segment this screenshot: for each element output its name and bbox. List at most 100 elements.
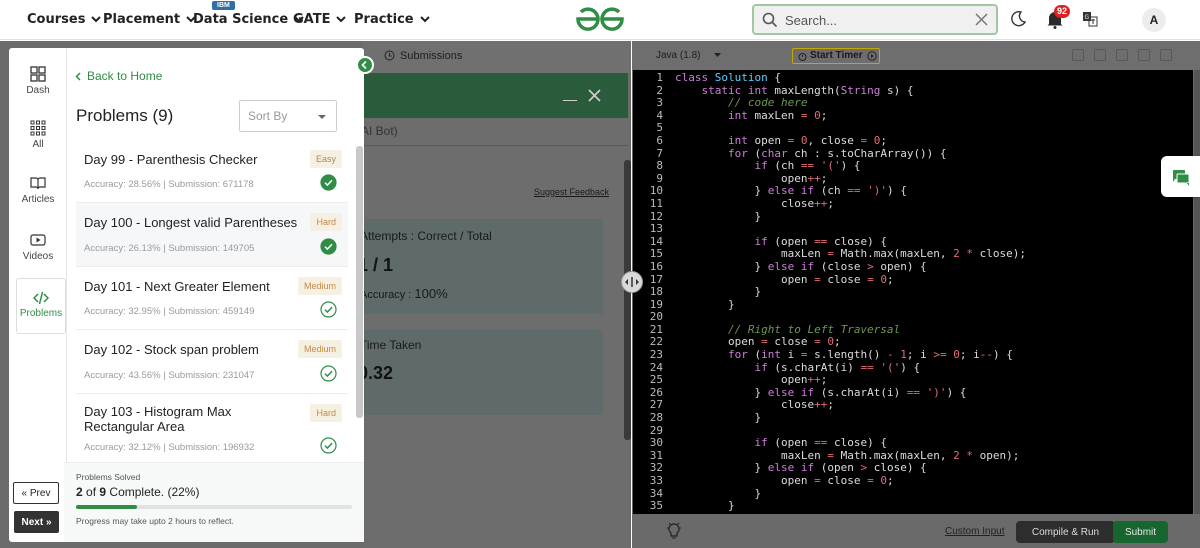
rail-articles[interactable]: Articles <box>9 175 67 205</box>
gfg-logo-icon[interactable] <box>574 6 626 32</box>
code-editor-pane: Java (1.8) Start Timer 1 2 3 4 5 6 7 8 9… <box>632 41 1200 548</box>
chat-button[interactable] <box>1161 156 1200 197</box>
book-icon <box>30 177 46 190</box>
caret-down-icon <box>714 53 722 57</box>
rail-videos[interactable]: Videos <box>9 232 67 262</box>
caret-down-icon <box>318 115 326 119</box>
unsolved-check-icon <box>320 437 337 454</box>
pane-resize-handle[interactable] <box>621 271 643 293</box>
page-title: Problems (9) <box>76 106 174 125</box>
nav-courses[interactable]: Courses <box>27 12 102 27</box>
attempts-label: Attempts : Correct / Total <box>360 229 492 243</box>
dark-mode-icon[interactable] <box>1009 10 1027 28</box>
editor-actions <box>1072 49 1172 61</box>
submissions-tab[interactable]: Submissions <box>363 41 631 73</box>
problem-name[interactable]: Day 103 - Histogram Max Rectangular Area <box>84 404 254 434</box>
difficulty-badge: Hard <box>310 404 342 422</box>
next-button[interactable]: Next » <box>14 511 59 533</box>
chevron-down-icon <box>336 16 347 23</box>
search-box[interactable]: Search... <box>752 4 998 35</box>
difficulty-badge: Hard <box>310 213 342 231</box>
close-icon[interactable] <box>588 89 601 102</box>
attempts-card: Attempts : Correct / Total 1 / 1 Accurac… <box>358 219 603 314</box>
close-icon[interactable] <box>975 13 988 26</box>
result-modal-body: AI Bot) Suggest Feedback Attempts : Corr… <box>358 118 628 548</box>
play-icon <box>867 51 877 61</box>
solved-check-icon <box>320 174 337 191</box>
editor-scrollbar[interactable] <box>1194 70 1200 514</box>
chevron-down-icon <box>419 16 430 23</box>
problem-card[interactable]: Day 102 - Stock span problem Medium Accura… <box>76 330 348 394</box>
unsolved-check-icon <box>320 365 337 382</box>
reset-icon[interactable] <box>1138 49 1150 61</box>
problem-meta: Accuracy: 32.12% | Submission: 196932 <box>84 442 255 453</box>
minimize-icon[interactable] <box>563 100 577 101</box>
settings-icon[interactable] <box>1116 49 1128 61</box>
suggest-feedback-link[interactable]: Suggest Feedback <box>534 187 609 197</box>
grid-icon <box>30 120 46 136</box>
time-card: Time Taken 0.32 <box>358 330 603 415</box>
problems-panel: Dash All Articles Videos Problems « Prev… <box>9 48 364 542</box>
translate-icon[interactable]: G <box>1082 11 1098 27</box>
problem-card[interactable]: Day 101 - Next Greater Element Medium Accu… <box>76 267 348 330</box>
video-icon <box>30 234 46 246</box>
language-select[interactable]: Java (1.8) <box>656 50 722 61</box>
problem-name[interactable]: Day 99 - Parenthesis Checker <box>84 152 299 167</box>
problem-meta: Accuracy: 28.56% | Submission: 671178 <box>84 179 254 190</box>
start-timer-button[interactable]: Start Timer <box>792 48 880 64</box>
modal-tab[interactable]: AI Bot) <box>361 118 628 146</box>
problem-list-scrollbar[interactable] <box>356 146 363 418</box>
nav-placement[interactable]: Placement <box>103 12 196 27</box>
unsolved-check-icon <box>320 301 337 318</box>
code-area[interactable]: 1 2 3 4 5 6 7 8 9 10 11 12 13 14 15 16 1… <box>633 70 1193 514</box>
code-icon <box>33 291 49 305</box>
nav-data-science[interactable]: Data Science <box>193 12 304 27</box>
top-navbar: Courses Placement IBM Data Science GATE … <box>0 0 1200 40</box>
difficulty-badge: Easy <box>309 150 342 168</box>
back-to-home-link[interactable]: Back to Home <box>75 69 162 83</box>
rail-all[interactable]: All <box>9 120 67 150</box>
resize-arrows-icon <box>625 277 639 287</box>
problem-card[interactable]: Day 100 - Longest valid Parentheses Hard A… <box>76 203 348 267</box>
problem-meta: Accuracy: 26.13% | Submission: 149705 <box>84 243 255 254</box>
side-rail: Dash All Articles Videos Problems <box>9 48 67 542</box>
result-modal-header <box>363 73 628 118</box>
chevron-left-icon <box>361 60 367 70</box>
notification-badge: 92 <box>1054 5 1071 18</box>
prev-button[interactable]: « Prev <box>13 482 59 504</box>
problem-name[interactable]: Day 101 - Next Greater Element <box>84 279 299 294</box>
copy-icon[interactable] <box>1072 49 1084 61</box>
accuracy-label: Accuracy : 100% <box>360 286 448 301</box>
rail-dash[interactable]: Dash <box>9 66 67 96</box>
problem-card[interactable]: Day 103 - Histogram Max Rectangular Area… <box>76 394 348 466</box>
modal-scrollbar[interactable] <box>624 160 631 440</box>
problem-card[interactable]: Day 99 - Parenthesis Checker Easy Accuracy… <box>76 140 348 203</box>
custom-input-link[interactable]: Custom Input <box>945 526 1004 537</box>
editor-footer: Custom Input Compile & Run Submit <box>632 514 1200 548</box>
submit-button[interactable]: Submit <box>1113 521 1168 543</box>
chevron-down-icon <box>91 16 102 23</box>
collapse-panel-button[interactable] <box>356 56 374 74</box>
progress-bar <box>76 505 352 509</box>
fullscreen-icon[interactable] <box>1160 49 1172 61</box>
sort-by-select[interactable]: Sort By <box>239 100 337 132</box>
editor-toolbar: Java (1.8) Start Timer <box>632 41 1200 70</box>
lightbulb-icon[interactable] <box>667 522 681 540</box>
problem-name[interactable]: Day 102 - Stock span problem <box>84 342 299 357</box>
search-input[interactable]: Search... <box>785 13 837 28</box>
problem-name[interactable]: Day 100 - Longest valid Parentheses <box>84 215 299 230</box>
problem-list: Day 99 - Parenthesis Checker Easy Accuracy… <box>76 140 348 508</box>
avatar[interactable]: A <box>1142 8 1166 32</box>
file-icon[interactable] <box>1094 49 1106 61</box>
nav-gate[interactable]: GATE <box>293 12 347 27</box>
progress-label: Problems Solved <box>76 472 141 482</box>
progress-summary: 2 of 9 Complete. (22%) <box>76 485 200 499</box>
compile-run-button[interactable]: Compile & Run <box>1016 521 1115 543</box>
rail-problems[interactable]: Problems <box>16 278 66 334</box>
code-lines[interactable]: class Solution { static int maxLength(St… <box>675 71 1026 513</box>
line-numbers: 1 2 3 4 5 6 7 8 9 10 11 12 13 14 15 16 1… <box>649 71 663 513</box>
problem-meta: Accuracy: 32.95% | Submission: 459149 <box>84 306 255 317</box>
progress-fill <box>76 505 137 509</box>
solved-check-icon <box>320 238 337 255</box>
nav-practice[interactable]: Practice <box>354 12 430 27</box>
